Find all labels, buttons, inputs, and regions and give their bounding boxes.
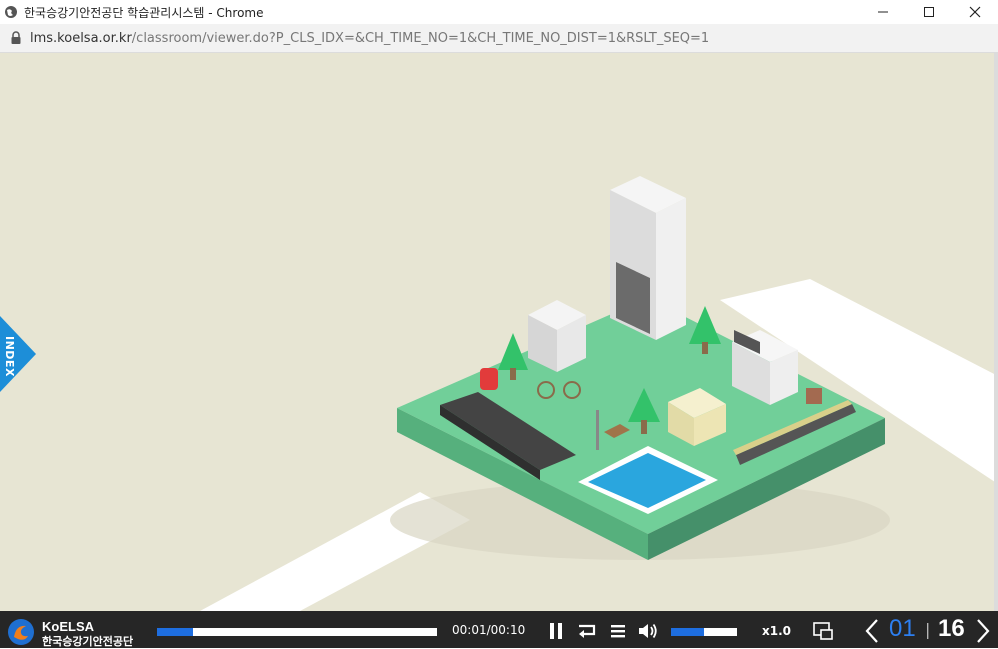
logo-mark-icon [8,619,34,645]
progress-fill [157,628,194,636]
lock-icon [11,31,21,44]
close-button[interactable] [952,0,998,24]
volume-fill [671,628,704,636]
maximize-icon [924,7,934,17]
maximize-button[interactable] [906,0,952,24]
volume-button[interactable] [637,620,659,642]
pause-icon [550,623,562,639]
menu-icon [611,625,625,638]
menu-button[interactable] [607,620,629,642]
page-total: 16 [938,615,965,642]
url-host: lms.koelsa.or.kr [30,30,132,46]
globe-icon [5,6,17,18]
page-separator: | [925,620,931,639]
screen-icon [813,622,833,640]
speed-button[interactable]: x1.0 [762,624,791,638]
volume-slider[interactable] [671,628,737,636]
window-title: 한국승강기안전공단 학습관리시스템 - Chrome [24,5,264,20]
url-text: lms.koelsa.or.kr/classroom/viewer.do?P_C… [30,31,709,46]
city-scene-illustration [200,176,998,611]
index-tab-label: INDEX [3,336,16,377]
repeat-button[interactable] [576,620,598,642]
close-icon [969,6,981,18]
koelsa-logo: KoELSA 한국승강기안전공단 [6,615,146,648]
prev-page-icon [865,619,878,643]
url-path: /classroom/viewer.do?P_CLS_IDX=&CH_TIME_… [131,30,710,46]
prev-page-button[interactable] [861,619,883,643]
volume-icon [639,623,657,639]
logo-text-kr: 한국승강기안전공단 [42,635,134,648]
lesson-stage [0,53,998,611]
minimize-button[interactable] [860,0,906,24]
screen-mode-button[interactable] [812,620,834,642]
next-page-button[interactable] [972,619,994,643]
minimize-icon [878,11,888,13]
repeat-icon [579,624,596,638]
page-current: 01 [889,615,916,642]
next-page-icon [977,619,990,643]
logo-text-en: KoELSA [42,619,94,634]
time-display: 00:01/00:10 [452,623,526,637]
pause-button[interactable] [545,620,567,642]
window-titlebar: 한국승강기안전공단 학습관리시스템 - Chrome [0,0,998,24]
address-bar[interactable]: lms.koelsa.or.kr/classroom/viewer.do?P_C… [0,24,998,53]
progress-bar[interactable] [157,628,437,636]
page-scrollbar[interactable] [994,53,998,611]
